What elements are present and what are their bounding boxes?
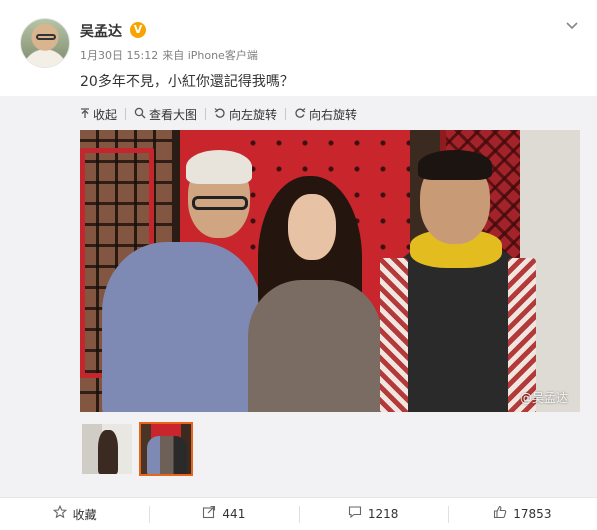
view-large-label: 查看大图: [149, 107, 198, 122]
photo-person-left: [102, 242, 262, 412]
thumbnail-image: [82, 424, 132, 474]
post-date[interactable]: 1月30日 15:12: [80, 49, 158, 62]
favorite-button[interactable]: 收藏: [0, 498, 149, 530]
rotate-right-icon: [294, 107, 306, 122]
arrow-up-icon: [80, 107, 90, 122]
rotate-left-button[interactable]: 向左旋转: [214, 106, 277, 123]
post-photo[interactable]: @吴孟达: [80, 130, 580, 412]
photo-person-middle-face: [288, 194, 336, 260]
rotate-left-icon: [214, 107, 226, 122]
author-name[interactable]: 吴孟达: [80, 21, 122, 41]
toolbar-divider: [285, 108, 287, 120]
favorite-label: 收藏: [72, 507, 97, 522]
photo-person-right-sleeve: [380, 258, 408, 412]
rotate-left-label: 向左旋转: [229, 107, 278, 122]
rotate-right-button[interactable]: 向右旋转: [294, 106, 357, 123]
comment-icon: [348, 505, 362, 523]
comment-count: 1218: [367, 507, 399, 521]
comment-button[interactable]: 1218: [298, 498, 448, 530]
thumbnail-image: [141, 424, 191, 474]
avatar-glasses: [36, 34, 56, 40]
photo-person-left-glasses: [192, 196, 248, 210]
photo-watermark: @吴孟达: [519, 391, 568, 405]
weibo-post-card: 吴孟达 V 1月30日 15:12 来自 iPhone客户端 20多年不見，小紅你…: [0, 0, 597, 497]
thumbs-up-icon: [493, 505, 507, 523]
post-meta: 1月30日 15:12 来自 iPhone客户端: [80, 47, 262, 63]
photo-person-middle: [248, 280, 382, 412]
verified-badge-icon: V: [130, 22, 146, 38]
toolbar-divider: [205, 108, 207, 120]
toolbar-divider: [125, 108, 127, 120]
post-text: 20多年不見，小紅你還記得我嗎？: [80, 74, 294, 90]
like-count: 17853: [513, 507, 552, 521]
magnifier-icon: [134, 107, 146, 122]
rotate-right-label: 向右旋转: [309, 107, 358, 122]
action-bar: 收藏 441 1218 17853: [0, 497, 597, 530]
repost-count: 441: [222, 507, 246, 521]
thumbnail-1[interactable]: [80, 422, 134, 476]
collapse-label: 收起: [93, 107, 118, 122]
thumbnail-strip: [80, 422, 198, 478]
star-icon: [52, 504, 67, 523]
media-expanded-panel: 收起 查看大图 向左旋转 向右旋转 @吴孟达: [0, 96, 597, 497]
view-large-button[interactable]: 查看大图: [134, 106, 197, 123]
thumbnail-2[interactable]: [139, 422, 193, 476]
photo-person-left-hair: [186, 150, 252, 184]
media-toolbar: 收起 查看大图 向左旋转 向右旋转: [80, 106, 357, 122]
repost-button[interactable]: 441: [149, 498, 298, 530]
collapse-button[interactable]: 收起: [80, 106, 117, 123]
chevron-down-icon[interactable]: [565, 18, 579, 32]
author-avatar[interactable]: [20, 18, 70, 68]
share-icon: [202, 505, 216, 523]
like-button[interactable]: 17853: [447, 498, 597, 530]
post-source: 来自 iPhone客户端: [162, 49, 258, 62]
photo-person-right-hair: [418, 150, 492, 180]
